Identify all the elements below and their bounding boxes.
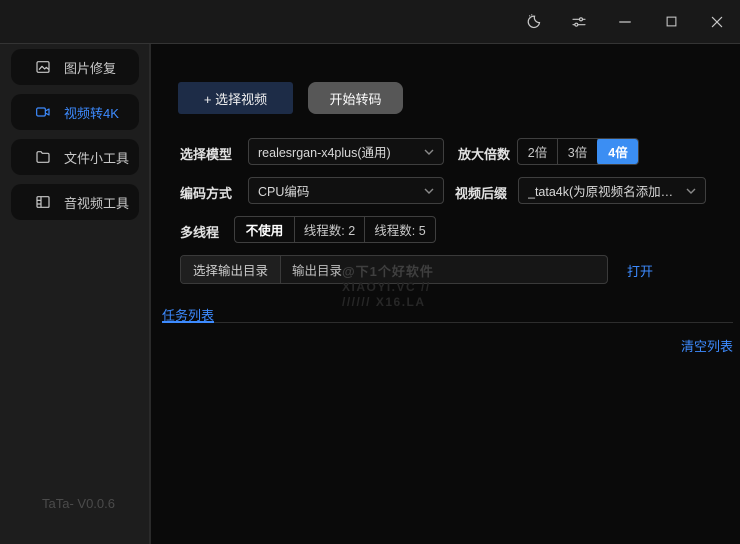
- video-4k-icon: [35, 104, 51, 120]
- folder-tools-icon: [35, 149, 51, 165]
- clear-list-link[interactable]: 清空列表: [681, 336, 733, 355]
- suffix-select[interactable]: _tata4k(为原视频名添加_tata4k...: [518, 177, 706, 204]
- minimize-icon[interactable]: [616, 13, 634, 31]
- close-icon[interactable]: [708, 13, 726, 31]
- threads-label: 多线程: [180, 225, 220, 240]
- tab-divider: [162, 322, 733, 323]
- threads-segmented: 不使用 线程数: 2 线程数: 5: [234, 216, 436, 243]
- encoding-value: CPU编码: [258, 185, 310, 199]
- sidebar-item-image-repair[interactable]: 图片修复: [11, 49, 139, 85]
- scale-segmented: 2倍 3倍 4倍: [517, 138, 639, 165]
- sidebar-item-label: 文件小工具: [64, 150, 130, 166]
- encoding-select[interactable]: CPU编码: [248, 177, 444, 204]
- select-video-button[interactable]: + 选择视频: [178, 82, 293, 114]
- threads-option-none[interactable]: 不使用: [235, 217, 295, 242]
- output-dir-input[interactable]: 输出目录: [281, 256, 607, 283]
- select-output-dir-button[interactable]: 选择输出目录: [181, 256, 282, 283]
- maximize-icon[interactable]: [662, 13, 680, 31]
- scale-option-2x[interactable]: 2倍: [518, 139, 558, 164]
- threads-option-2[interactable]: 线程数: 2: [295, 217, 365, 242]
- tab-active-indicator: [162, 321, 214, 323]
- sidebar: 图片修复 视频转4K 文件小工具 音视频工具 TaTa- V0.0.6: [0, 44, 151, 544]
- sidebar-item-label: 音视频工具: [64, 195, 130, 211]
- scale-option-4x[interactable]: 4倍: [597, 139, 638, 164]
- chevron-down-icon: [424, 188, 434, 194]
- app-version: TaTa- V0.0.6: [42, 496, 115, 511]
- model-value: realesrgan-x4plus(通用): [258, 146, 391, 160]
- app-window: 图片修复 视频转4K 文件小工具 音视频工具 TaTa- V0.0.6 + 选择…: [0, 0, 740, 544]
- sidebar-item-video-4k[interactable]: 视频转4K: [11, 94, 139, 130]
- threads-option-5[interactable]: 线程数: 5: [365, 217, 435, 242]
- sidebar-item-label: 视频转4K: [64, 105, 119, 121]
- sliders-icon[interactable]: [570, 13, 588, 31]
- suffix-value: _tata4k(为原视频名添加_tata4k...: [528, 185, 680, 199]
- titlebar: [0, 0, 740, 44]
- image-repair-icon: [35, 59, 51, 75]
- moon-icon[interactable]: [524, 13, 542, 31]
- chevron-down-icon: [424, 149, 434, 155]
- open-dir-link[interactable]: 打开: [627, 261, 653, 280]
- sidebar-item-file-tools[interactable]: 文件小工具: [11, 139, 139, 175]
- sidebar-item-av-tools[interactable]: 音视频工具: [11, 184, 139, 220]
- model-label: 选择模型: [180, 147, 233, 162]
- encoding-label: 编码方式: [180, 186, 233, 201]
- watermark-line3: ////// X16.LA: [342, 295, 426, 309]
- scale-label: 放大倍数: [458, 147, 511, 162]
- chevron-down-icon: [686, 188, 696, 194]
- output-dir-group: 选择输出目录 输出目录: [180, 255, 608, 284]
- sidebar-item-label: 图片修复: [64, 60, 117, 76]
- suffix-label: 视频后缀: [455, 186, 508, 201]
- scale-option-3x[interactable]: 3倍: [558, 139, 598, 164]
- av-tools-icon: [35, 194, 51, 210]
- start-transcode-button[interactable]: 开始转码: [308, 82, 403, 114]
- model-select[interactable]: realesrgan-x4plus(通用): [248, 138, 444, 165]
